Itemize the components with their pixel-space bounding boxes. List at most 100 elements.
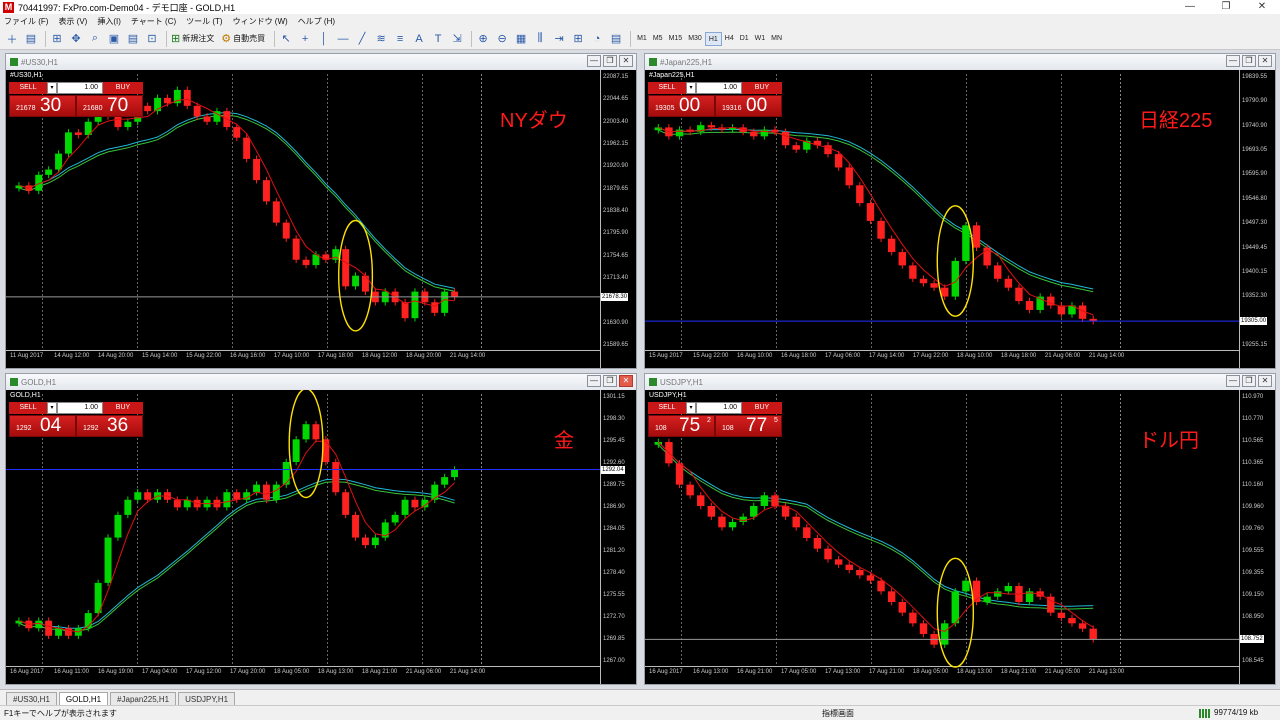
text-tool[interactable]: A [411, 31, 427, 47]
indicators-button[interactable]: ⊞ [570, 31, 586, 47]
menu-chart[interactable]: チャート (C) [131, 16, 176, 27]
menu-help[interactable]: ヘルプ (H) [298, 16, 335, 27]
timeframe-m1[interactable]: M1 [634, 32, 650, 46]
y-tick-label: 1275.55 [603, 592, 625, 598]
restore-button[interactable]: ❐ [1208, 0, 1244, 14]
sell-price-box[interactable]: 108 75 2 [648, 415, 715, 437]
trendline-tool[interactable]: ╱ [354, 31, 370, 47]
lot-dropdown-icon[interactable]: ▾ [686, 82, 696, 94]
templates-button[interactable]: ▤ [608, 31, 624, 47]
chart-close-button[interactable]: ✕ [619, 55, 633, 67]
chart-plot-area[interactable]: 110.970 110.770 110.565 110.365 110.160 109.9… [645, 390, 1275, 684]
market-watch-button[interactable]: ⊞ [49, 31, 65, 47]
crosshair-tool[interactable]: + [297, 31, 313, 47]
buy-button[interactable]: BUY [742, 82, 782, 94]
sell-price-box[interactable]: 1292 04 [9, 415, 76, 437]
buy-button[interactable]: BUY [742, 402, 782, 414]
menu-view[interactable]: 表示 (V) [58, 16, 87, 27]
chart-plot-area[interactable]: 22087.15 22044.65 22003.40 21962.15 21920.90… [6, 70, 636, 368]
zoom-out-button[interactable]: ⊖ [494, 31, 510, 47]
profiles-button[interactable]: ▤ [23, 31, 39, 47]
chart-plot-area[interactable]: 1301.15 1298.30 1295.45 1292.60 1289.75 1286.… [6, 390, 636, 684]
buy-button[interactable]: BUY [103, 402, 143, 414]
timeframe-m15[interactable]: M15 [666, 32, 686, 46]
fibonacci-tool[interactable]: ≡ [392, 31, 408, 47]
timeframe-d1[interactable]: D1 [737, 32, 752, 46]
tab-us30[interactable]: #US30,H1 [6, 692, 57, 705]
strategy-tester-button[interactable]: ▤ [125, 31, 141, 47]
slow-ma-green [18, 114, 455, 292]
search-button[interactable]: ⌕ [87, 31, 103, 47]
editor-button[interactable]: ⊡ [144, 31, 160, 47]
tab-japan225[interactable]: #Japan225,H1 [110, 692, 177, 705]
auto-trading-button[interactable]: ⚙ 自動売買 [220, 31, 268, 47]
lot-size-input[interactable]: 1.00 [57, 82, 103, 94]
close-button[interactable]: ✕ [1244, 0, 1280, 14]
terminal-button[interactable]: ▣ [106, 31, 122, 47]
chart-shift-button[interactable]: ⫼ [532, 31, 548, 47]
sell-button[interactable]: SELL [648, 402, 686, 414]
cursor-tool[interactable]: ↖ [278, 31, 294, 47]
chart-close-button[interactable]: ✕ [1258, 375, 1272, 387]
chart-close-button[interactable]: ✕ [1258, 55, 1272, 67]
sell-price-box[interactable]: 19305 00 [648, 95, 715, 117]
menu-tools[interactable]: ツール (T) [186, 16, 222, 27]
minimize-button[interactable]: — [1172, 0, 1208, 14]
buy-price-box[interactable]: 21680 70 [76, 95, 143, 117]
sell-button[interactable]: SELL [648, 82, 686, 94]
arrow-tool[interactable]: ⇲ [449, 31, 465, 47]
chart-plot-area[interactable]: 19839.55 19790.90 19740.90 19693.05 19595.90… [645, 70, 1275, 368]
buy-price-box[interactable]: 19316 00 [715, 95, 782, 117]
lot-size-input[interactable]: 1.00 [57, 402, 103, 414]
chart-restore-button[interactable]: ❐ [603, 55, 617, 67]
new-chart-button[interactable]: ＋ [4, 31, 20, 47]
sell-price-box[interactable]: 21678 30 [9, 95, 76, 117]
timeframe-mn[interactable]: MN [768, 32, 785, 46]
tab-usdjpy[interactable]: USDJPY,H1 [178, 692, 236, 705]
chart-minimize-button[interactable]: — [587, 375, 601, 387]
sell-button[interactable]: SELL [9, 82, 47, 94]
lot-size-input[interactable]: 1.00 [696, 402, 742, 414]
timeframe-h1[interactable]: H1 [704, 31, 722, 46]
buy-price-box[interactable]: 108 77 5 [715, 415, 782, 437]
lot-dropdown-icon[interactable]: ▾ [686, 402, 696, 414]
vertical-line-tool[interactable]: │ [316, 31, 332, 47]
channel-tool[interactable]: ≋ [373, 31, 389, 47]
chart-minimize-button[interactable]: — [1226, 375, 1240, 387]
menu-insert[interactable]: 挿入(I) [97, 16, 121, 27]
chart-minimize-button[interactable]: — [587, 55, 601, 67]
lot-dropdown-icon[interactable]: ▾ [47, 402, 57, 414]
candle-body [1025, 301, 1034, 310]
lot-dropdown-icon[interactable]: ▾ [47, 82, 57, 94]
y-tick-label: 110.970 [1242, 394, 1264, 400]
chart-restore-button[interactable]: ❐ [1242, 375, 1256, 387]
buy-price-pips: 00 [746, 95, 768, 116]
x-tick-label: 21 Aug 05:00 [1044, 669, 1081, 675]
candle-body [342, 249, 350, 287]
timeframe-m30[interactable]: M30 [685, 32, 705, 46]
timeframe-m5[interactable]: M5 [650, 32, 666, 46]
buy-price-box[interactable]: 1292 36 [76, 415, 143, 437]
autoscroll-button[interactable]: ⇥ [551, 31, 567, 47]
x-tick-label: 17 Aug 20:00 [229, 669, 266, 675]
menu-file[interactable]: ファイル (F) [4, 16, 48, 27]
sell-button[interactable]: SELL [9, 402, 47, 414]
tab-gold[interactable]: GOLD,H1 [58, 692, 109, 705]
chart-restore-button[interactable]: ❐ [1242, 55, 1256, 67]
timeframe-w1[interactable]: W1 [752, 32, 769, 46]
timeframe-h4[interactable]: H4 [722, 32, 737, 46]
lot-size-input[interactable]: 1.00 [696, 82, 742, 94]
chart-restore-button[interactable]: ❐ [603, 375, 617, 387]
navigator-button[interactable]: ✥ [68, 31, 84, 47]
chart-minimize-button[interactable]: — [1226, 55, 1240, 67]
chart-close-button[interactable]: ✕ [619, 375, 633, 387]
sell-price-pips: 00 [679, 95, 701, 116]
periods-button[interactable]: ◔ [589, 31, 605, 47]
zoom-in-button[interactable]: ⊕ [475, 31, 491, 47]
label-tool[interactable]: T [430, 31, 446, 47]
buy-button[interactable]: BUY [103, 82, 143, 94]
menu-window[interactable]: ウィンドウ (W) [233, 16, 288, 27]
new-order-button[interactable]: ⊞ 新規注文 [170, 31, 217, 47]
horizontal-line-tool[interactable]: — [335, 31, 351, 47]
tile-windows-button[interactable]: ▦ [513, 31, 529, 47]
